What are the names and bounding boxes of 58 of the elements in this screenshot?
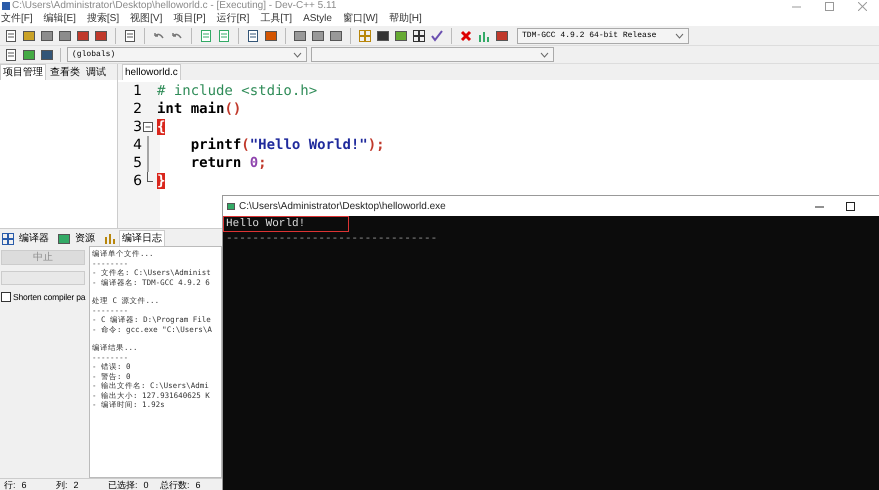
- chevron-down-icon: [540, 52, 549, 58]
- line-number: 4: [132, 136, 142, 154]
- grid-icon[interactable]: [1, 232, 15, 246]
- app-icon: [2, 2, 10, 10]
- status-label: 已选择:: [108, 480, 138, 490]
- menu-item[interactable]: AStyle: [303, 13, 332, 25]
- maximize-icon[interactable]: [846, 202, 855, 210]
- line-number: 1: [132, 82, 142, 100]
- scope-select[interactable]: (globals): [67, 47, 307, 62]
- code-line: int main(): [157, 100, 242, 118]
- menu-item[interactable]: 帮助[H]: [388, 13, 422, 25]
- chart-icon[interactable]: [103, 231, 117, 245]
- panel-tab[interactable]: 调试: [84, 65, 108, 80]
- console-output: Hello World!: [223, 216, 349, 232]
- status-label: 列:: [56, 480, 68, 490]
- compiler-select[interactable]: TDM-GCC 4.9.2 64-bit Release: [517, 28, 689, 44]
- status-label: 行:: [4, 480, 16, 490]
- panel-tab[interactable]: 编译日志: [119, 230, 165, 246]
- chevron-down-icon: [675, 32, 684, 38]
- close-icon[interactable]: [858, 2, 867, 10]
- panel-tab[interactable]: helloworld.c: [122, 64, 181, 80]
- panel-tab[interactable]: 查看类: [48, 65, 82, 80]
- chevron-down-icon: [293, 52, 302, 58]
- line-number: 5: [132, 154, 142, 172]
- checkbox[interactable]: [1, 292, 11, 302]
- input-field[interactable]: [1, 271, 85, 285]
- status-value: 2: [74, 480, 79, 490]
- status-label: 总行数:: [160, 480, 190, 490]
- menu-item[interactable]: 项目[P]: [173, 13, 206, 25]
- panel-tab[interactable]: 编译器: [17, 231, 51, 246]
- menu-item[interactable]: 文件[F]: [1, 13, 33, 25]
- status-value: 0: [144, 480, 149, 490]
- rebuild-grid-icon[interactable]: [412, 28, 426, 42]
- checkbox-label: Shorten compiler pa: [13, 291, 86, 304]
- window-title: C:\Users\Administrator\Desktop\helloworld.c - [Executing] - Dev-C++ 5.11: [12, 1, 336, 11]
- stop-icon[interactable]: [459, 28, 473, 42]
- line-number: 6: [132, 172, 142, 190]
- line-number: 3: [132, 118, 142, 136]
- compiler-select-value: TDM-GCC 4.9.2 64-bit Release: [522, 30, 656, 42]
- code-line: printf("Hello World!");: [190, 136, 385, 154]
- menu-item[interactable]: 工具[T]: [260, 13, 292, 25]
- code-line: return 0;: [190, 154, 267, 172]
- new-file-icon[interactable]: [4, 28, 18, 42]
- menu-item[interactable]: 运行[R]: [216, 13, 250, 25]
- panel-tab[interactable]: 资源: [73, 231, 97, 246]
- check-icon[interactable]: [430, 28, 444, 42]
- scope-select-value: (globals): [72, 48, 116, 60]
- menu-item[interactable]: 编辑[E]: [44, 13, 76, 25]
- menu-item[interactable]: 视图[V]: [130, 13, 162, 25]
- console-rule-text: --------------------------------: [225, 232, 438, 246]
- menu-item[interactable]: 窗口[W]: [342, 13, 378, 25]
- line-number: 2: [132, 100, 142, 118]
- status-value: 6: [196, 480, 201, 490]
- menu-item[interactable]: 搜索[S]: [86, 13, 120, 25]
- status-value: 6: [22, 480, 27, 490]
- console-title: C:\Users\Administrator\Desktop\helloworld.exe: [239, 200, 446, 214]
- code-line: # include <stdio.h>: [157, 82, 318, 100]
- panel-tab[interactable]: 项目管理: [0, 64, 46, 80]
